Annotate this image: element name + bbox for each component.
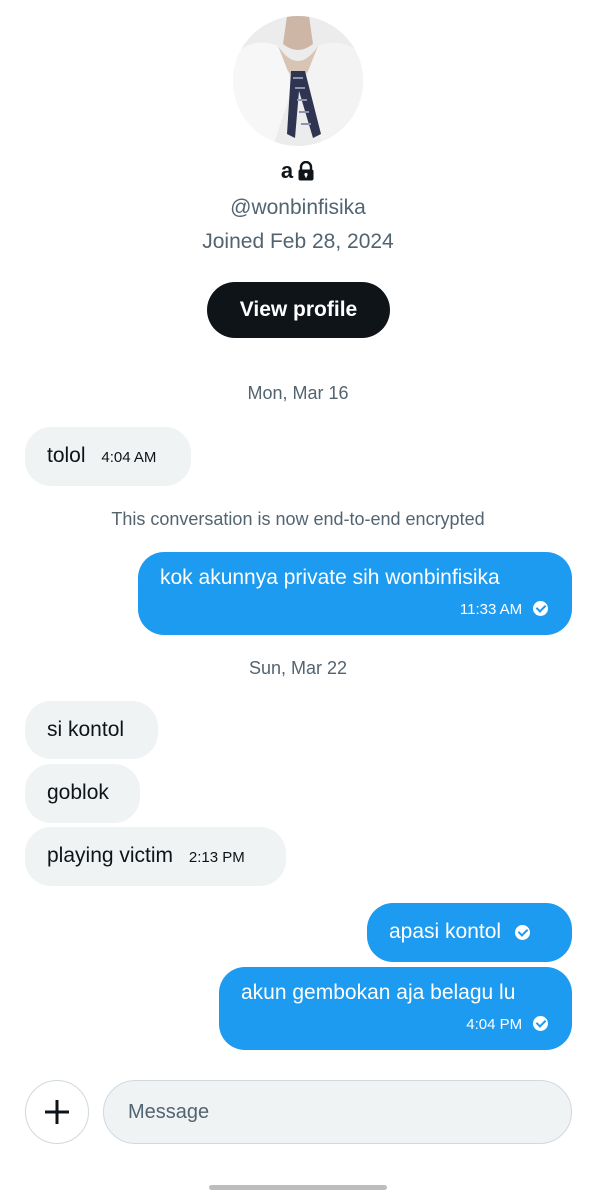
message-time: 2:13 PM	[188, 849, 245, 866]
add-attachment-button[interactable]	[25, 1080, 89, 1144]
profile-name: a	[280, 158, 294, 183]
lock-icon	[297, 160, 315, 181]
message-time: 11:33 AM	[459, 601, 523, 618]
profile-handle: @wonbinfisika	[230, 196, 366, 219]
message-meta: 4:04 PM	[241, 1011, 548, 1035]
message-text: apasi kontol	[389, 920, 502, 943]
plus-icon	[45, 1100, 69, 1124]
profile-avatar[interactable]	[233, 16, 363, 146]
message-received[interactable]: playing victim 2:13 PM	[25, 827, 286, 886]
home-indicator[interactable]	[209, 1185, 387, 1190]
check-icon	[514, 924, 530, 940]
message-sent[interactable]: kok akunnya private sih wonbinfisika 11:…	[138, 552, 572, 635]
message-input[interactable]	[103, 1080, 572, 1144]
view-profile-button[interactable]: View profile	[207, 282, 390, 338]
encryption-notice: This conversation is now end-to-end encr…	[111, 509, 485, 529]
message-meta: 11:33 AM	[160, 596, 548, 620]
profile-name-row: a	[0, 158, 596, 184]
message-text: akun gembokan aja belagu lu	[241, 981, 516, 1004]
message-time: 4:04 PM	[466, 1016, 523, 1033]
message-text: si kontol	[47, 718, 125, 741]
message-sent[interactable]: apasi kontol	[367, 903, 572, 962]
profile-joined-date: Joined Feb 28, 2024	[202, 230, 394, 253]
date-separator: Mon, Mar 16	[247, 383, 349, 403]
check-icon	[533, 600, 548, 616]
message-text: playing victim	[47, 844, 174, 867]
message-sent[interactable]: akun gembokan aja belagu lu 4:04 PM	[219, 967, 572, 1050]
message-text: tolol	[47, 444, 86, 467]
check-icon	[533, 1015, 548, 1031]
message-text: kok akunnya private sih wonbinfisika	[160, 566, 500, 589]
message-received[interactable]: goblok	[25, 764, 140, 823]
message-time: 4:04 AM	[101, 449, 157, 466]
message-received[interactable]: tolol 4:04 AM	[25, 427, 191, 486]
message-text: goblok	[47, 781, 109, 804]
date-separator: Sun, Mar 22	[248, 658, 348, 678]
message-received[interactable]: si kontol	[25, 701, 158, 759]
avatar-image	[233, 16, 363, 146]
